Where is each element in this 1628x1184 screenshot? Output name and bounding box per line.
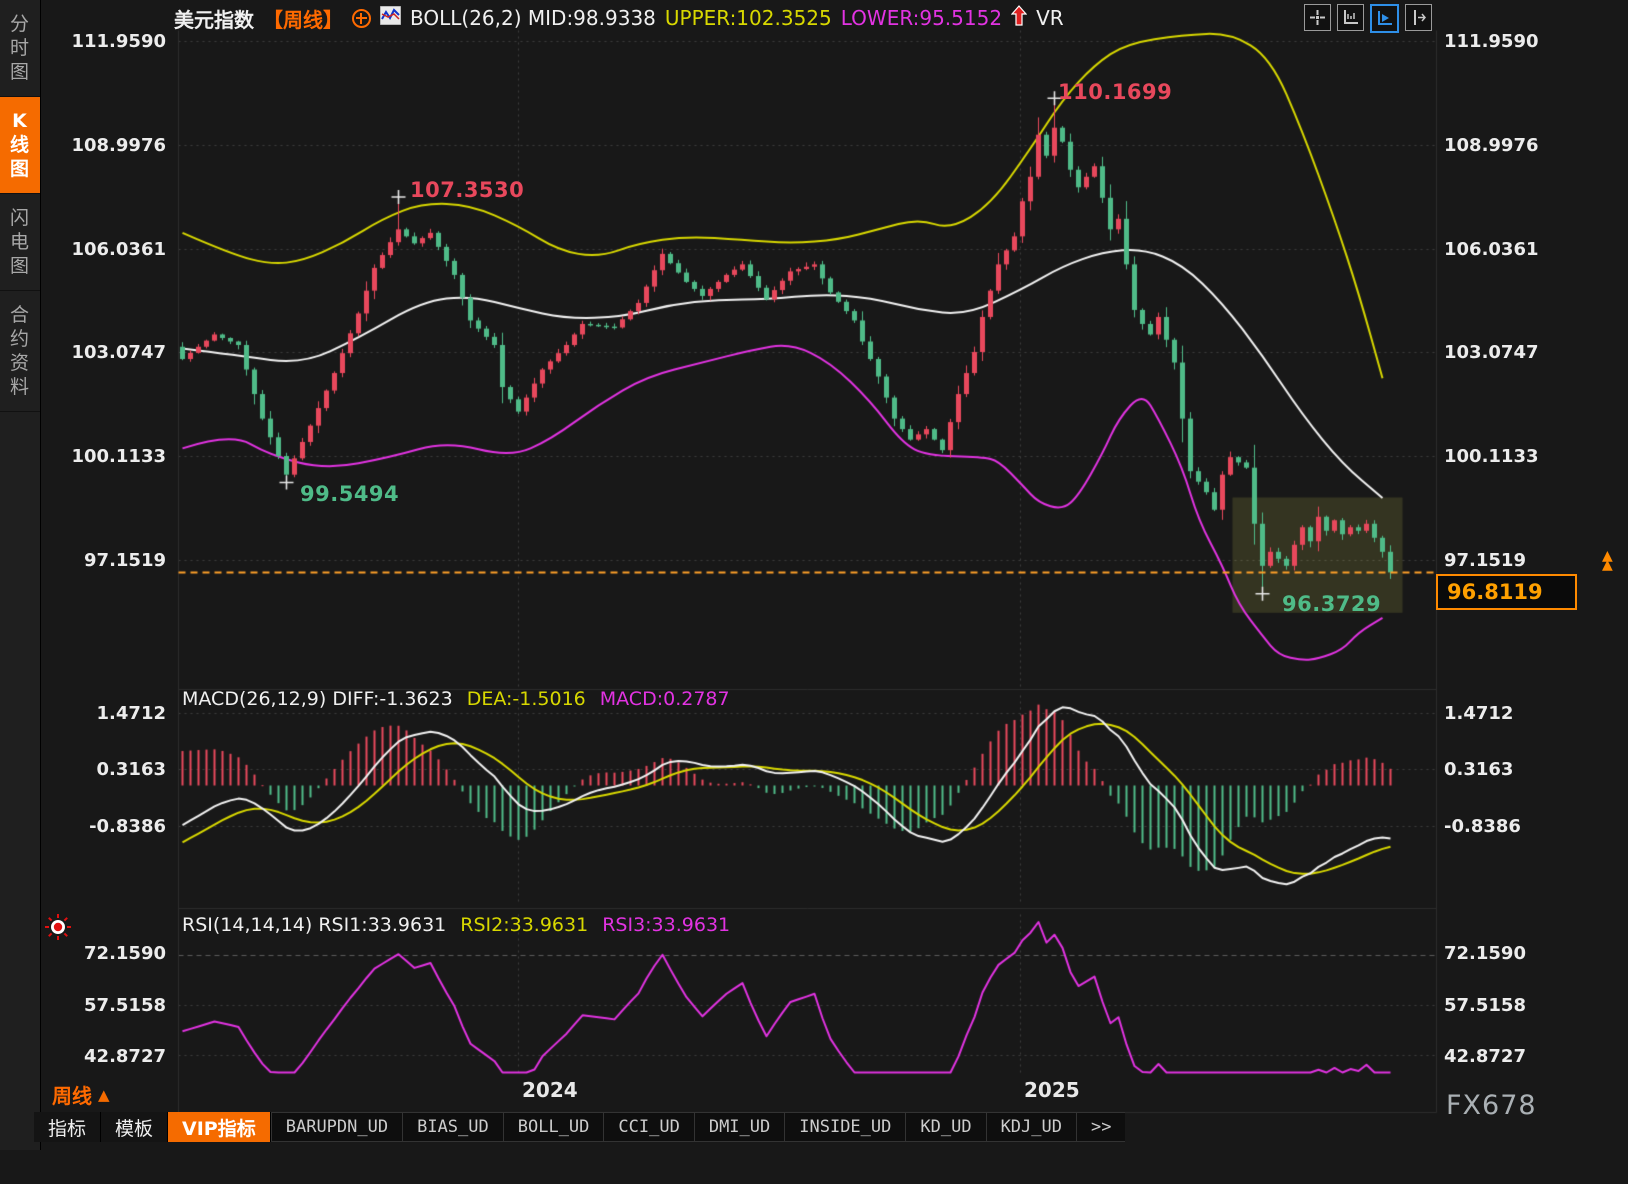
- chart-canvas[interactable]: [0, 0, 1628, 1184]
- sidebar-item-分时图[interactable]: 分时图: [0, 0, 40, 97]
- up-arrow-icon[interactable]: [1011, 5, 1027, 32]
- swing-low-annotation: 99.5494: [300, 482, 399, 506]
- price-axis-label: 106.0361: [56, 239, 166, 260]
- tab-KDJ_UD[interactable]: KDJ_UD: [986, 1112, 1076, 1142]
- macd-axis-label: 1.4712: [56, 703, 166, 724]
- macd-title-row: MACD(26,12,9) DIFF:-1.3623 DEA:-1.5016 M…: [182, 688, 730, 710]
- axis-shift-icon[interactable]: [1405, 4, 1432, 31]
- alarm-icon[interactable]: [44, 913, 72, 945]
- price-axis-label: 103.0747: [1444, 342, 1539, 363]
- x-axis-label-2025: 2025: [1024, 1078, 1080, 1102]
- price-axis-label: 97.1519: [1444, 550, 1526, 571]
- macd-axis-label: 0.3163: [56, 759, 166, 780]
- rsi-title-row: RSI(14,14,14) RSI1:33.9631 RSI2:33.9631 …: [182, 914, 730, 936]
- chart-header: 美元指数 【周线】 BOLL(26,2) MID:98.9338 UPPER:1…: [174, 5, 1064, 31]
- candle-chart-icon[interactable]: [380, 6, 401, 30]
- tab-BIAS_UD[interactable]: BIAS_UD: [402, 1112, 503, 1142]
- tab-INSIDE_UD[interactable]: INSIDE_UD: [784, 1112, 905, 1142]
- boll-label: BOLL(26,2) MID:98.9338: [410, 6, 656, 30]
- macd-diff-label: MACD(26,12,9) DIFF:-1.3623: [182, 688, 453, 710]
- price-axis-label: 100.1133: [56, 446, 166, 467]
- sidebar-item-合约资料[interactable]: 合约资料: [0, 291, 40, 412]
- rsi-axis-label: 57.5158: [1444, 995, 1526, 1016]
- triangle-up-icon: ▲: [98, 1086, 110, 1104]
- tab-BOLL_UD[interactable]: BOLL_UD: [503, 1112, 604, 1142]
- scroll-to-latest-icon[interactable]: ▲▲: [1602, 552, 1613, 570]
- watermark: FX678: [1446, 1090, 1537, 1121]
- symbol-title: 美元指数: [174, 4, 254, 33]
- sidebar-item-闪电图[interactable]: 闪电图: [0, 194, 40, 291]
- swing-high-annotation: 107.3530: [410, 178, 524, 202]
- crosshair-move-icon[interactable]: [1304, 4, 1331, 31]
- swing-low-annotation: 96.3729: [1282, 592, 1381, 616]
- period-tag[interactable]: 【周线】: [263, 4, 343, 33]
- axis-scale-icon[interactable]: [1337, 4, 1364, 31]
- price-axis-label: 108.9976: [1444, 135, 1539, 156]
- boll-upper-label: UPPER:102.3525: [665, 6, 832, 30]
- rsi1-label: RSI(14,14,14) RSI1:33.9631: [182, 914, 446, 936]
- price-axis-label: 106.0361: [1444, 239, 1539, 260]
- macd-axis-label: -0.8386: [1444, 816, 1521, 837]
- tab-VIP指标[interactable]: VIP指标: [168, 1112, 271, 1142]
- rsi3-label: RSI3:33.9631: [602, 914, 730, 936]
- macd-axis-label: 0.3163: [1444, 759, 1513, 780]
- rsi-axis-label: 42.8727: [1444, 1046, 1526, 1067]
- macd-axis-label: 1.4712: [1444, 703, 1513, 724]
- price-axis-label: 111.9590: [56, 31, 166, 52]
- macd-axis-label: -0.8386: [56, 816, 166, 837]
- tab-BARUPDN_UD[interactable]: BARUPDN_UD: [271, 1112, 402, 1142]
- swing-high-annotation: 110.1699: [1058, 80, 1172, 104]
- rsi-axis-label: 57.5158: [56, 995, 166, 1016]
- tab-DMI_UD[interactable]: DMI_UD: [694, 1112, 784, 1142]
- macd-value-label: MACD:0.2787: [600, 688, 730, 710]
- chart-toolbar: [1304, 4, 1432, 33]
- rsi-axis-label: 72.1590: [56, 943, 166, 964]
- add-indicator-icon[interactable]: [352, 9, 371, 28]
- boll-lower-label: LOWER:95.5152: [841, 6, 1002, 30]
- tab-CCI_UD[interactable]: CCI_UD: [603, 1112, 693, 1142]
- tab->>[interactable]: >>: [1076, 1112, 1125, 1142]
- vr-label[interactable]: VR: [1036, 6, 1064, 30]
- price-axis-label: 108.9976: [56, 135, 166, 156]
- price-axis-label: 103.0747: [56, 342, 166, 363]
- rsi-axis-label: 42.8727: [56, 1046, 166, 1067]
- sidebar-item-K线图[interactable]: K线图: [0, 97, 40, 194]
- chart-application-window: 分时图K线图闪电图合约资料 美元指数 【周线】 BOLL(26,2) MID:9…: [0, 0, 1628, 1184]
- period-selector[interactable]: 周线 ▲: [52, 1080, 110, 1109]
- tab-指标[interactable]: 指标: [34, 1112, 101, 1142]
- macd-dea-label: DEA:-1.5016: [467, 688, 586, 710]
- sidebar: 分时图K线图闪电图合约资料: [0, 0, 41, 1150]
- rsi-axis-label: 72.1590: [1444, 943, 1526, 964]
- last-price-tag: 96.8119: [1436, 574, 1577, 610]
- tab-KD_UD[interactable]: KD_UD: [905, 1112, 985, 1142]
- rsi2-label: RSI2:33.9631: [460, 914, 588, 936]
- indicator-tab-bar: 指标模板VIP指标BARUPDN_UDBIAS_UDBOLL_UDCCI_UDD…: [34, 1112, 1125, 1142]
- x-axis-label-2024: 2024: [522, 1078, 578, 1102]
- price-axis-label: 111.9590: [1444, 31, 1539, 52]
- axis-play-icon[interactable]: [1370, 4, 1399, 33]
- price-axis-label: 97.1519: [56, 550, 166, 571]
- tab-模板[interactable]: 模板: [101, 1112, 168, 1142]
- price-axis-label: 100.1133: [1444, 446, 1539, 467]
- period-label: 周线: [52, 1080, 92, 1109]
